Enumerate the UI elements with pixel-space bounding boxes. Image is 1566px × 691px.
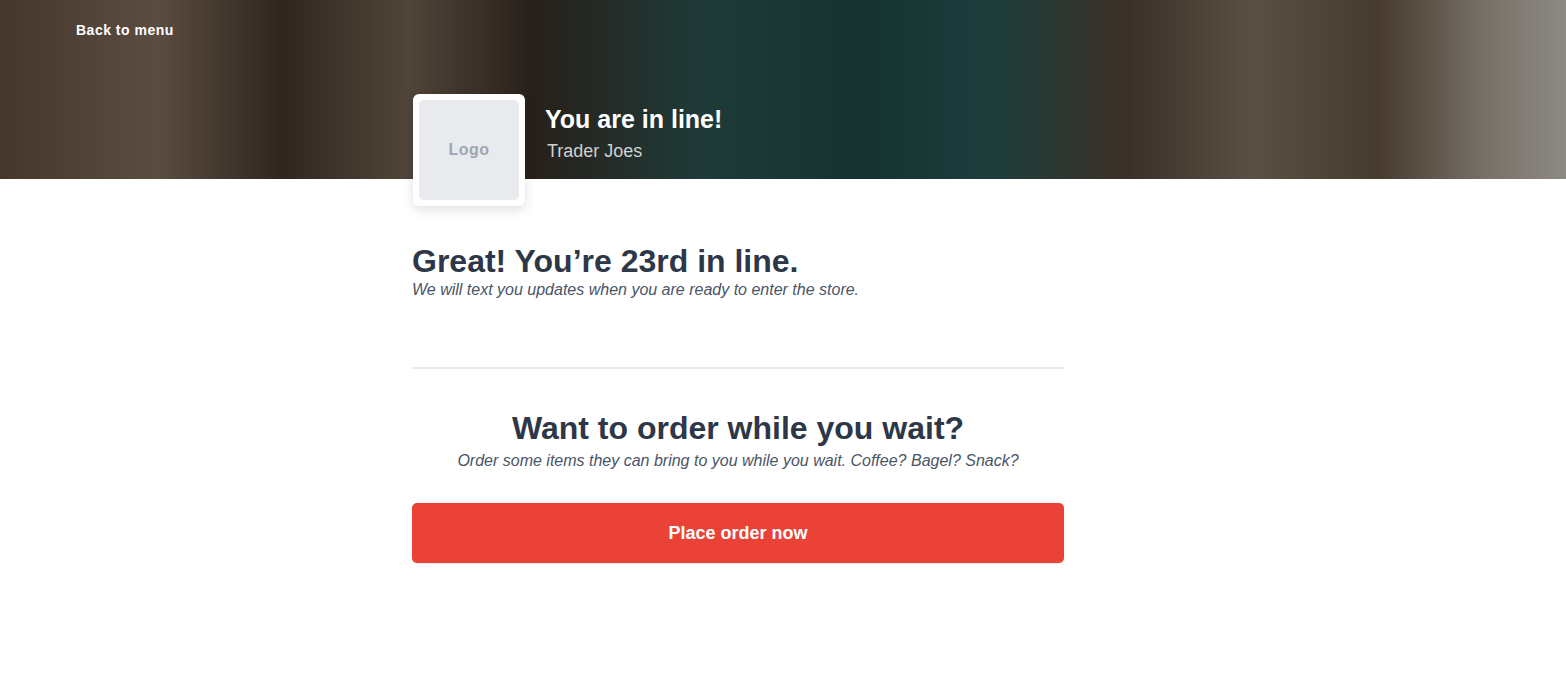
header-text: You are in line! Trader Joes — [545, 94, 722, 162]
store-header: Logo You are in line! Trader Joes — [413, 94, 722, 206]
order-prompt-title: Want to order while you wait? — [412, 409, 1064, 447]
place-order-button[interactable]: Place order now — [412, 503, 1064, 563]
store-name: Trader Joes — [545, 140, 722, 162]
logo-card: Logo — [413, 94, 525, 206]
order-prompt: Want to order while you wait? Order some … — [412, 369, 1064, 471]
header-banner: Back to menuLogoYou are in line!Trader J… — [0, 0, 1566, 179]
divider — [412, 367, 1064, 369]
header-title: You are in line! — [545, 104, 722, 134]
logo-placeholder: Logo — [419, 100, 519, 200]
order-prompt-text: Order some items they can bring to you w… — [412, 451, 1064, 471]
queue-headline: Great! You’re 23rd in line. — [412, 242, 1064, 280]
main-content: Great! You’re 23rd in line.We will text … — [412, 179, 1064, 563]
back-to-menu-link[interactable]: Back to menu — [76, 20, 174, 40]
queue-note: We will text you updates when you are re… — [412, 280, 1064, 300]
